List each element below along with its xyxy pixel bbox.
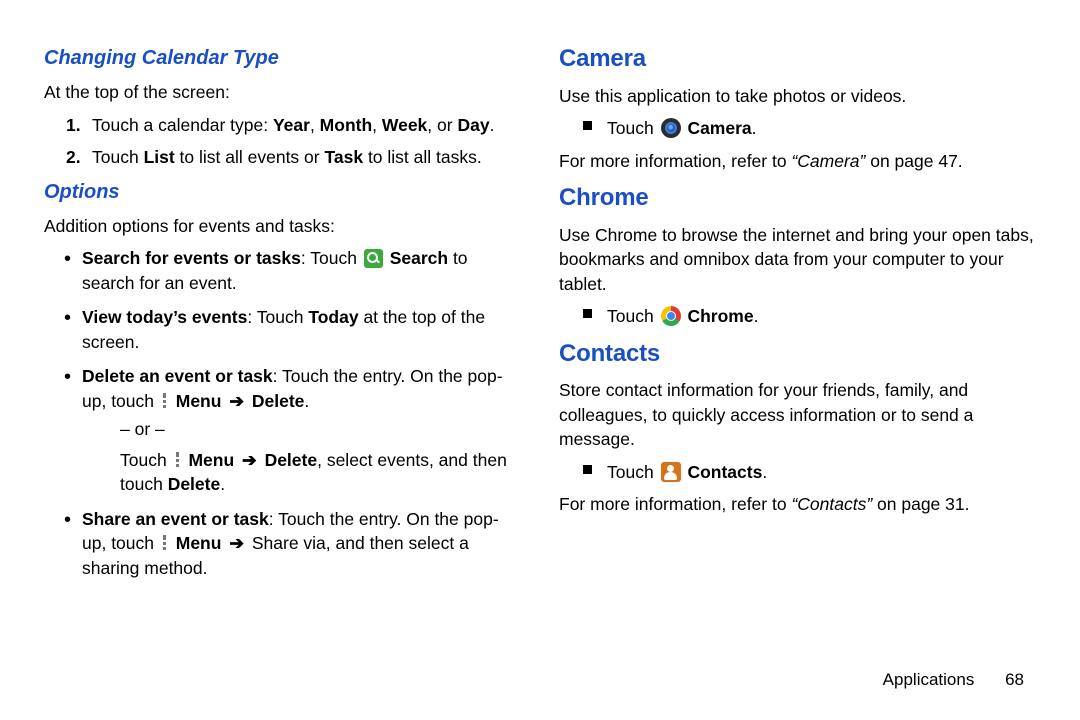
option-delete-alt: Touch Menu ➔ Delete, select events, and … [120, 448, 521, 497]
heading-changing-calendar-type: Changing Calendar Type [44, 44, 521, 72]
t: to list all tasks. [363, 147, 482, 167]
menu-icon [159, 535, 171, 552]
list-item: Touch Contacts. [583, 460, 1036, 485]
t: : Touch [301, 248, 362, 268]
t: to list all events or [175, 147, 325, 167]
t: Touch [607, 462, 659, 482]
list-item: Touch Chrome. [583, 304, 1036, 329]
t: , or [427, 115, 457, 135]
menu-icon [172, 452, 184, 469]
t: Touch [120, 450, 172, 470]
t: on page 47. [865, 151, 962, 171]
footer-section: Applications [883, 670, 975, 689]
t: For more information, refer to [559, 151, 791, 171]
t: , [372, 115, 382, 135]
text-camera: Use this application to take photos or v… [559, 84, 1036, 109]
t: , [310, 115, 320, 135]
heading-camera: Camera [559, 42, 1036, 76]
list-item: Touch Camera. [583, 116, 1036, 141]
step-number: 2. [66, 145, 81, 170]
arrow-icon: ➔ [242, 450, 257, 470]
t: Touch a calendar type: [92, 115, 273, 135]
option-share: Share an event or task: Touch the entry.… [64, 507, 521, 581]
search-icon [364, 249, 383, 268]
t: on page 31. [872, 494, 969, 514]
t: Search [390, 248, 448, 268]
camera-action: Touch Camera. [583, 116, 1036, 141]
t: Delete [168, 474, 221, 494]
t: Delete an event or task [82, 366, 273, 386]
text-contacts: Store contact information for your frien… [559, 378, 1036, 452]
t: Contacts [687, 462, 762, 482]
t: “Camera” [791, 151, 865, 171]
step-1: 1. Touch a calendar type: Year, Month, W… [66, 113, 521, 138]
text-contacts-ref: For more information, refer to “Contacts… [559, 492, 1036, 517]
arrow-icon: ➔ [229, 391, 244, 411]
text-camera-ref: For more information, refer to “Camera” … [559, 149, 1036, 174]
t: . [490, 115, 495, 135]
t: Search for events or tasks [82, 248, 301, 268]
t: “Contacts” [791, 494, 872, 514]
numbered-steps: 1. Touch a calendar type: Year, Month, W… [66, 113, 521, 170]
option-today: View today’s events: Touch Today at the … [64, 305, 521, 354]
arrow-icon: ➔ [229, 533, 244, 553]
t: Month [320, 115, 372, 135]
t: . [304, 391, 309, 411]
options-list: Search for events or tasks: Touch Search… [64, 246, 521, 580]
right-column: Camera Use this application to take phot… [559, 38, 1036, 590]
heading-contacts: Contacts [559, 337, 1036, 371]
t: Touch [607, 306, 659, 326]
t: Camera [687, 118, 751, 138]
heading-options: Options [44, 178, 521, 206]
heading-chrome: Chrome [559, 181, 1036, 215]
chrome-icon [661, 306, 681, 326]
text-chrome: Use Chrome to browse the internet and br… [559, 223, 1036, 297]
contacts-action: Touch Contacts. [583, 460, 1036, 485]
t: Menu [176, 533, 222, 553]
t: . [754, 306, 759, 326]
t: : Touch [247, 307, 308, 327]
page: Changing Calendar Type At the top of the… [0, 0, 1080, 590]
t: Week [382, 115, 427, 135]
contacts-icon [661, 462, 681, 482]
t: . [762, 462, 767, 482]
menu-icon [159, 393, 171, 410]
t: For more information, refer to [559, 494, 791, 514]
option-delete: Delete an event or task: Touch the entry… [64, 364, 521, 497]
or-divider: – or – [120, 417, 521, 442]
t: Day [457, 115, 489, 135]
t: Share an event or task [82, 509, 269, 529]
footer-page-number: 68 [1005, 670, 1024, 689]
left-column: Changing Calendar Type At the top of the… [44, 38, 521, 590]
page-footer: Applications 68 [883, 668, 1024, 692]
t: View today’s events [82, 307, 247, 327]
t: Delete [265, 450, 318, 470]
t: Menu [176, 391, 222, 411]
option-search: Search for events or tasks: Touch Search… [64, 246, 521, 295]
t: Delete [252, 391, 305, 411]
t: Year [273, 115, 310, 135]
t: Touch [607, 118, 659, 138]
text-options-intro: Addition options for events and tasks: [44, 214, 521, 239]
text-intro: At the top of the screen: [44, 80, 521, 105]
t: Touch [92, 147, 144, 167]
chrome-action: Touch Chrome. [583, 304, 1036, 329]
step-2: 2. Touch List to list all events or Task… [66, 145, 521, 170]
t: Today [308, 307, 358, 327]
t: . [752, 118, 757, 138]
t: Menu [188, 450, 234, 470]
t: Chrome [687, 306, 753, 326]
t: . [220, 474, 225, 494]
t: List [144, 147, 175, 167]
step-number: 1. [66, 113, 81, 138]
camera-icon [661, 118, 681, 138]
t: Task [324, 147, 363, 167]
